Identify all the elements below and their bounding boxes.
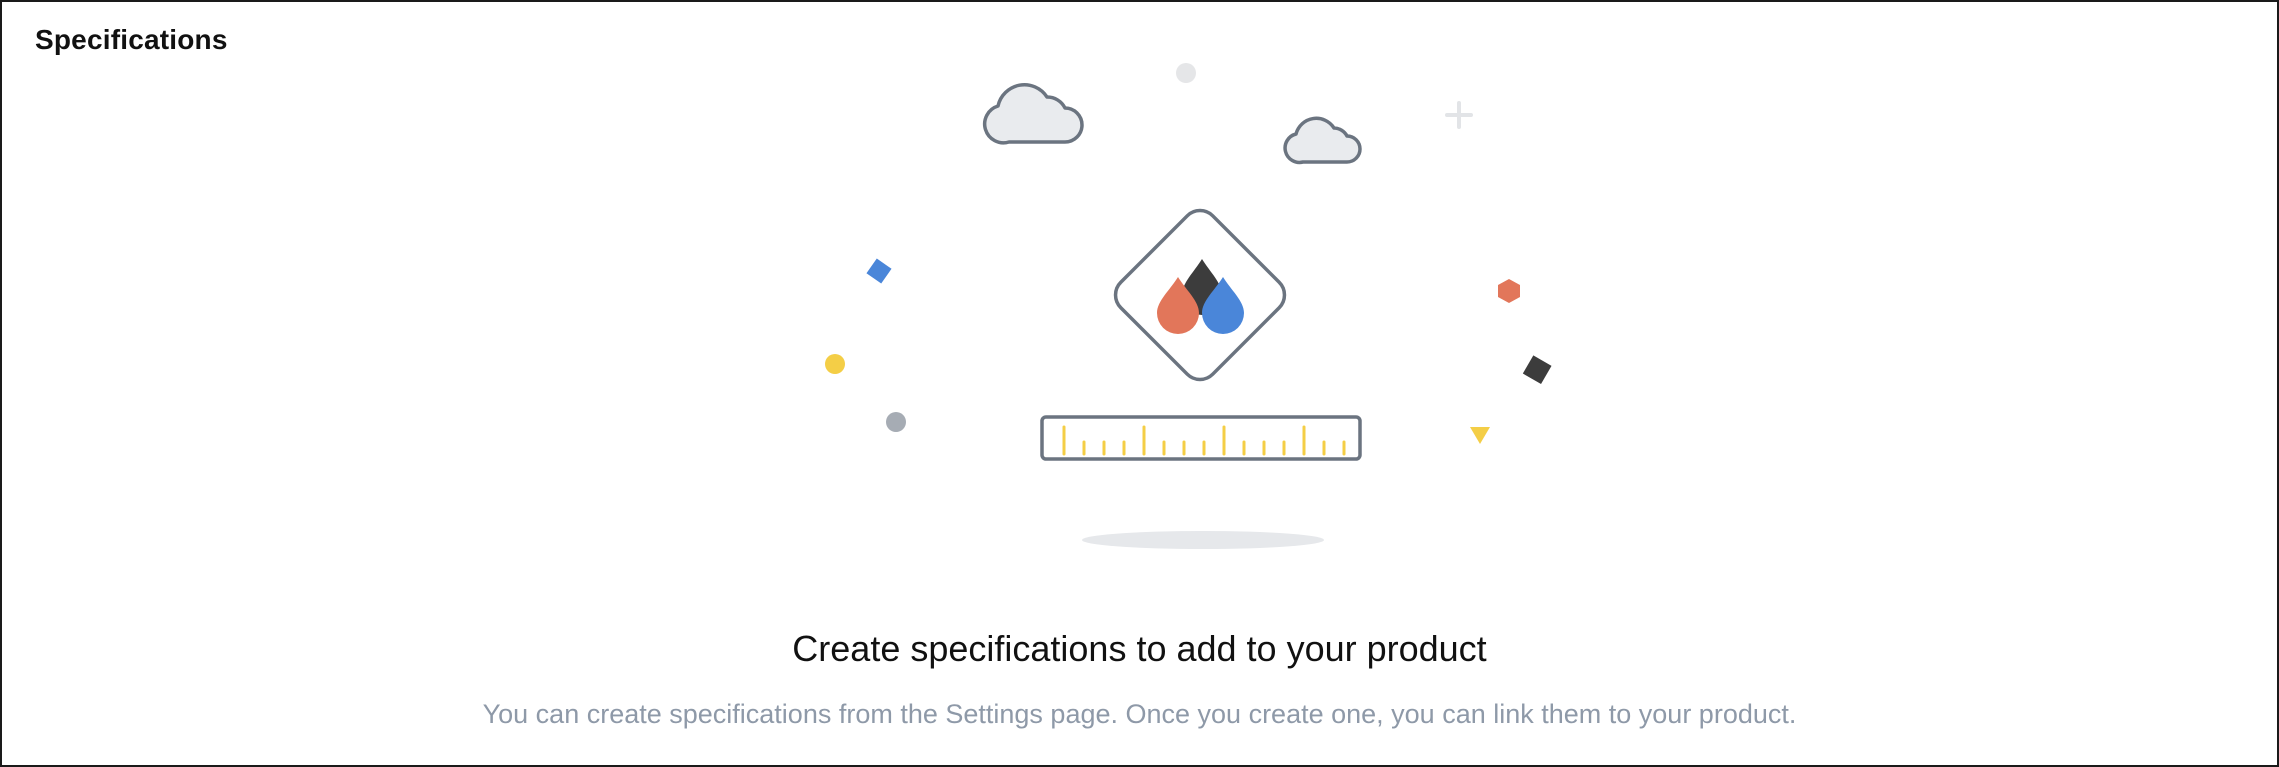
specifications-panel: Specifications Create specifications to … — [0, 0, 2279, 767]
empty-state-description: You can create specifications from the S… — [482, 699, 1797, 729]
empty-state-heading: Create specifications to add to your pro… — [792, 628, 1487, 669]
yellow-dot-icon — [825, 354, 845, 374]
orange-hexagon-icon — [1498, 279, 1520, 303]
yellow-triangle-icon — [1470, 427, 1490, 444]
blue-diamond-icon — [866, 258, 892, 284]
decorative-dot-icon — [1176, 63, 1196, 83]
specifications-empty-illustration — [825, 63, 1552, 549]
cloud-icon — [982, 83, 1084, 145]
shadow-ellipse — [1082, 531, 1324, 549]
cloud-icon — [1283, 116, 1362, 165]
plus-icon — [1445, 101, 1473, 129]
grey-dot-icon — [886, 412, 906, 432]
dark-diamond-icon — [1522, 355, 1552, 385]
ruler-icon — [1040, 415, 1362, 461]
